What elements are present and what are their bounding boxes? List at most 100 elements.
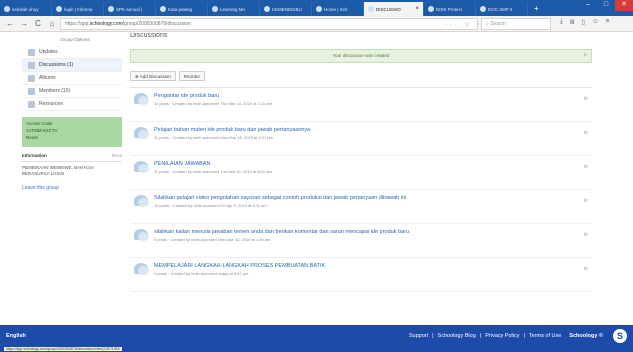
sidebar-item-icon — [28, 74, 35, 82]
tab-label: DOC-2MP 3 — [488, 6, 513, 12]
tab-label: Kata pelang — [168, 6, 193, 12]
search-input[interactable]: ⌕ Search — [481, 18, 551, 30]
discussion-meta: 0 posts · Created by ninih-autonomi toda… — [154, 271, 249, 276]
gear-icon[interactable]: ⚙ — [584, 266, 588, 272]
browser-tab[interactable]: Home | Sch — [312, 2, 364, 16]
footer-brand: Schoology © — [569, 332, 603, 339]
footer-links: Support | Schoology Blog | Privacy Policy | Te… — [409, 333, 561, 339]
sidebar-item-label: Resources — [39, 101, 63, 107]
information-more-link[interactable]: More — [112, 153, 122, 159]
add-discussion-label: Add Discussion — [139, 74, 171, 79]
back-icon[interactable]: ← — [6, 19, 14, 28]
minimize-icon[interactable]: – — [579, 0, 597, 11]
gear-icon[interactable]: ⚙ — [584, 130, 588, 136]
discussion-bubble-icon — [134, 229, 149, 241]
sidebar-item[interactable]: Discussions (1) — [22, 59, 122, 72]
schoology-logo-icon: S — [613, 328, 627, 343]
footer-link[interactable]: Schoology Blog — [438, 333, 476, 339]
discussion-title-link[interactable]: Silahkan pelajari video pengolahan sayur… — [154, 195, 406, 202]
browser-tab[interactable]: DISK Protect — [424, 2, 476, 16]
access-code-reset[interactable]: Reset — [26, 134, 118, 141]
sidebar-item[interactable]: Resources — [22, 98, 122, 111]
browser-tab[interactable]: login | Informa — [52, 2, 104, 16]
sidebar-item-label: Albums — [39, 75, 56, 81]
discussion-row: Pengantar ide produk baru 11 posts · Crea… — [130, 88, 592, 122]
close-tab-icon[interactable]: × — [415, 6, 419, 12]
url-host: schoology.com — [89, 21, 123, 27]
tab-favicon-icon — [264, 6, 270, 12]
tab-label: SPK annual | — [116, 6, 143, 12]
url-prefix: https://app. — [65, 21, 90, 27]
gear-icon[interactable]: ⚙ — [584, 198, 588, 204]
forward-icon[interactable]: → — [20, 19, 28, 28]
reload-icon[interactable]: C — [34, 19, 42, 28]
browser-tab[interactable]: Kata pelang — [156, 2, 208, 16]
close-window-icon[interactable]: ✕ — [615, 0, 633, 11]
tab-label: KEMENDIKBU — [272, 6, 302, 12]
gear-icon[interactable]: ⚙ — [584, 164, 588, 170]
page-content: Group Options Updates Discussions (1) Albu… — [0, 33, 633, 325]
group-information: Information More PEMBINAAN WEWEWE, BAHAG… — [22, 153, 122, 177]
browser-tab[interactable]: KEMENDIKBU — [260, 2, 312, 16]
menu-icon[interactable]: ≡ — [606, 18, 610, 26]
sidebar-item[interactable]: Updates — [22, 46, 122, 59]
sidebar-item-label: Discussions (1) — [39, 62, 74, 68]
tab-favicon-icon — [480, 6, 486, 12]
add-discussion-button[interactable]: ⊕ Add Discussion — [130, 71, 176, 81]
url-path: /group/2000300878/discussion — [122, 21, 191, 27]
footer-link[interactable]: Privacy Policy — [485, 333, 519, 339]
discussion-list: Pengantar ide produk baru 11 posts · Crea… — [130, 87, 592, 292]
reorder-button[interactable]: Reorder — [178, 71, 206, 81]
sidebar-item-label: Updates — [39, 49, 58, 55]
group-options-link[interactable]: Group Options — [22, 33, 122, 46]
tab-favicon-icon — [160, 6, 166, 12]
discussion-title-link[interactable]: Pengantar ide produk baru — [154, 93, 272, 100]
new-tab-button[interactable]: + — [528, 2, 545, 16]
discussion-text: MEMPELAJARI LANGKAH-LANGKAH PROSES PEMBU… — [154, 263, 325, 277]
browser-tab[interactable]: DISCUSSIO × — [364, 2, 424, 16]
sidebar-item[interactable]: Albums — [22, 72, 122, 85]
footer-link[interactable]: Terms of Use — [529, 333, 561, 339]
discussions-main: Discussions Your discussion was created … — [130, 33, 592, 292]
sidebar-item[interactable]: Members (10) — [22, 85, 122, 98]
tab-label: DISK Protect — [436, 6, 463, 12]
notice-text: Your discussion was created — [332, 53, 390, 58]
language-selector[interactable]: English — [6, 333, 26, 339]
tab-favicon-icon — [368, 6, 374, 12]
discussion-title-link[interactable]: MEMPELAJARI LANGKAH-LANGKAH PROSES PEMBU… — [154, 263, 325, 270]
sidebar-item-icon — [28, 100, 35, 108]
tab-label: sekolah uhuy — [12, 6, 39, 12]
discussion-title-link[interactable]: Pelajari bahan materi ide produk baru da… — [154, 127, 312, 134]
discussion-row: PENILAIAN JAWABAN 11 posts · Created by n… — [130, 156, 592, 190]
browser-tab[interactable]: SPK annual | — [104, 2, 156, 16]
discussion-row: Silahkan pelajari video pengolahan sayur… — [130, 190, 592, 224]
gear-icon[interactable]: ⚙ — [584, 232, 588, 238]
success-notice: Your discussion was created × — [130, 49, 592, 63]
browser-tab[interactable]: sekolah uhuy — [0, 2, 52, 16]
footer-separator: | — [432, 332, 434, 339]
download-icon[interactable]: ⤓ — [560, 18, 563, 26]
discussion-bubble-icon — [134, 263, 149, 275]
information-header: Information More — [22, 153, 122, 162]
sidebar-item-icon — [28, 87, 35, 95]
browser-tab[interactable]: DOC-2MP 3 — [476, 2, 528, 16]
footer-link[interactable]: Support — [409, 333, 428, 339]
discussion-title-link[interactable]: silahkan kalian menulis jawaban temen an… — [154, 229, 411, 236]
discussion-text: Pelajari bahan materi ide produk baru da… — [154, 127, 312, 141]
discussion-title-link[interactable]: PENILAIAN JAWABAN — [154, 161, 272, 168]
tab-favicon-icon — [108, 6, 114, 12]
library-icon[interactable]: Ⅲ — [570, 18, 574, 26]
account-icon[interactable]: ☺ — [592, 18, 599, 26]
bookmark-star-icon[interactable]: ··· ☆ — [445, 21, 473, 28]
close-notice-icon[interactable]: × — [583, 50, 587, 62]
discussion-meta: 10 posts · Created by ninih-autonomi Fri… — [154, 203, 267, 208]
leave-group-link[interactable]: Leave this group — [22, 185, 122, 191]
address-bar[interactable]: https://app. schoology.com /group/200030… — [60, 18, 478, 30]
sidebar-toggle-icon[interactable]: ▯ — [581, 18, 585, 26]
gear-icon[interactable]: ⚙ — [584, 96, 588, 102]
access-code-value: XJTMM-6XCTV — [26, 128, 58, 133]
maximize-icon[interactable]: □ — [597, 0, 615, 11]
home-icon[interactable]: ⌂ — [48, 19, 56, 28]
tab-label: login | Informa — [64, 6, 93, 12]
browser-tab[interactable]: Learning Mo — [208, 2, 260, 16]
